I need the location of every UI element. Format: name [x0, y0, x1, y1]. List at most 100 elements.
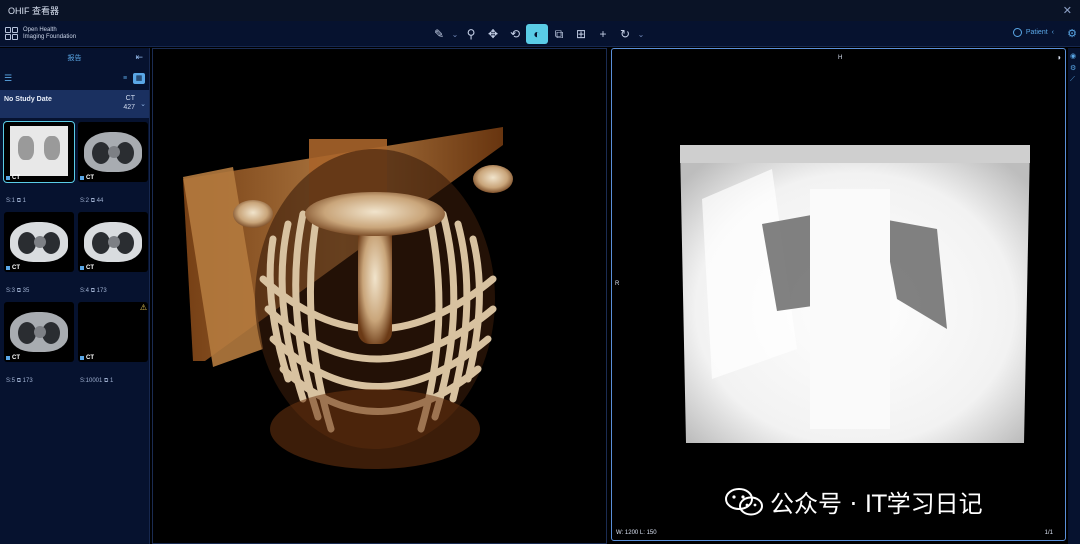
instances-icon: ⧉ — [90, 288, 95, 294]
thumbnail-image: CT — [78, 212, 148, 272]
camera-icon[interactable]: ⧉ — [548, 24, 570, 44]
viewport-3d-volume[interactable] — [152, 48, 607, 544]
instances-icon: ⧉ — [104, 378, 109, 384]
series-info: S:3 ⧉ 35 — [6, 288, 29, 295]
instance-count: 1 — [110, 378, 114, 384]
series-info: S:2 ⧉ 44 — [80, 198, 103, 205]
series-thumbnail[interactable]: CT ⚠ S:10001 ⧉ 1 — [78, 302, 148, 384]
frame-counter: 1/1 — [1044, 530, 1053, 536]
orientation-left-label: R — [615, 281, 620, 287]
series-info: S:4 ⧉ 173 — [80, 288, 107, 295]
list-view-icon[interactable]: ≡ — [119, 73, 131, 84]
series-number: S:2 — [80, 198, 90, 204]
grid-view-icon[interactable]: ▦ — [133, 72, 145, 84]
chevron-down-icon[interactable]: ⌄ — [140, 100, 146, 108]
pan-icon[interactable]: ✥ — [482, 24, 504, 44]
rotate-3d-icon[interactable]: ⟲ — [504, 24, 526, 44]
view-toggle: ≡ ▦ — [119, 72, 145, 84]
series-info: S:10001 ⧉ 1 — [80, 378, 113, 385]
study-header[interactable]: No Study Date CT 427 ⌄ — [0, 90, 149, 118]
scout-image — [10, 126, 68, 176]
series-number: S:3 — [6, 288, 16, 294]
study-modality: CT — [125, 95, 135, 102]
series-number: S:10001 — [80, 378, 103, 384]
series-color-icon — [6, 266, 10, 270]
series-number: S:4 — [80, 288, 90, 294]
series-thumbnail[interactable]: CT S:4 ⧉ 173 — [78, 212, 148, 294]
wechat-icon — [725, 487, 763, 515]
series-color-icon — [80, 356, 84, 360]
main-toolbar: Open Health Imaging Foundation ✎ ⌄ ⚲ ✥ ⟲ ◐ ⧉ ⊞ +… — [0, 21, 1080, 47]
modality-label: CT — [80, 265, 94, 271]
more-dropdown-icon[interactable]: ⌄ — [636, 24, 646, 44]
series-info: S:5 ⧉ 173 — [6, 378, 33, 385]
patient-label: Patient — [1025, 29, 1048, 36]
study-instance-count: 427 — [123, 104, 135, 111]
measure-icon[interactable]: ✎ — [428, 24, 450, 44]
thumbnail-image: CT — [4, 212, 74, 272]
logo-text: Open Health Imaging Foundation — [23, 27, 76, 41]
thumbnail-image: CT — [78, 122, 148, 182]
ct-slice-image — [84, 222, 142, 262]
measure-dropdown-icon[interactable]: ⌄ — [450, 24, 460, 44]
window-titlebar: OHIF 查看器 ✕ — [0, 0, 1080, 21]
instances-icon: ⧉ — [16, 288, 21, 294]
projection-image — [680, 145, 1030, 443]
ct-slice-image — [84, 132, 142, 172]
contrast-icon[interactable]: ◑ — [1056, 53, 1061, 62]
series-thumbnails: CT S:1 ⧉ 1 CT S:2 ⧉ 44 CT S:3 ⧉ 35 CT S:4 ⧉ 173… — [0, 118, 149, 388]
zoom-icon[interactable]: ⚲ — [460, 24, 482, 44]
segmentation-icon[interactable]: ◉ — [1070, 52, 1078, 60]
thumbnail-image: CT — [4, 302, 74, 362]
window-level-icon[interactable]: ◐ — [526, 24, 548, 44]
reset-icon[interactable]: ↻ — [614, 24, 636, 44]
patient-button[interactable]: Patient ‹ — [1012, 28, 1054, 37]
thumbnail-image: CT — [3, 121, 75, 183]
viewport-2d-projection[interactable]: H R ◑ W: 1200 L: 150 1/1 — [611, 48, 1066, 541]
instance-count: 173 — [96, 288, 107, 294]
series-number: S:1 — [6, 198, 16, 204]
instances-icon: ⧉ — [16, 378, 21, 384]
instance-count: 173 — [22, 378, 33, 384]
instance-count: 35 — [22, 288, 30, 294]
filter-settings-icon[interactable]: ☰ — [4, 73, 12, 84]
logo-line-2: Imaging Foundation — [23, 33, 77, 40]
measurement-icon[interactable]: ⟋ — [1070, 76, 1078, 84]
logo-line-1: Open Health — [23, 26, 57, 33]
series-info: S:1 ⧉ 1 — [6, 198, 26, 205]
tool-group: ✎ ⌄ ⚲ ✥ ⟲ ◐ ⧉ ⊞ + ↻ ⌄ — [428, 21, 646, 47]
ct-slice-image — [10, 222, 68, 262]
series-thumbnail[interactable]: CT S:5 ⧉ 173 — [4, 302, 74, 384]
warning-icon: ⚠ — [139, 303, 147, 312]
ohif-logo[interactable]: Open Health Imaging Foundation — [5, 21, 76, 47]
series-color-icon — [80, 266, 84, 270]
crosshair-icon[interactable]: + — [592, 24, 614, 44]
ohif-logo-icon — [5, 27, 18, 40]
wechat-watermark: 公众号 · IT学习日记 — [724, 484, 983, 519]
layout-icon[interactable]: ⊞ — [570, 24, 592, 44]
modality-label: CT — [6, 355, 20, 361]
collapse-panel-icon[interactable]: ⇤ — [135, 52, 143, 63]
instances-icon: ⧉ — [90, 198, 95, 204]
modality-label: CT — [80, 355, 94, 361]
watermark-text: 公众号 · IT学习日记 — [770, 490, 983, 518]
close-icon[interactable]: ✕ — [1063, 4, 1072, 17]
panel-title-tab[interactable]: 报告 — [68, 53, 82, 63]
ct-slice-image — [10, 312, 68, 352]
series-thumbnail[interactable]: CT S:1 ⧉ 1 — [3, 121, 75, 205]
instance-count: 44 — [96, 198, 104, 204]
modality-label: CT — [6, 175, 20, 181]
panel-header: 报告 ⇤ — [0, 48, 149, 68]
series-thumbnail[interactable]: CT S:2 ⧉ 44 — [78, 122, 148, 204]
series-color-icon — [6, 356, 10, 360]
study-date: No Study Date — [4, 96, 52, 103]
settings-gear-icon[interactable]: ⚙ — [1067, 27, 1077, 40]
panel-tools: ☰ ≡ ▦ — [0, 68, 149, 88]
modality-label: CT — [6, 265, 20, 271]
settings-icon[interactable]: ⚙ — [1070, 64, 1078, 72]
study-browser-panel: 报告 ⇤ ☰ ≡ ▦ No Study Date CT 427 ⌄ CT S:1 … — [0, 48, 150, 544]
series-color-icon — [6, 176, 10, 180]
series-thumbnail[interactable]: CT S:3 ⧉ 35 — [4, 212, 74, 294]
study-meta: CT 427 — [123, 94, 135, 112]
series-number: S:5 — [6, 378, 16, 384]
